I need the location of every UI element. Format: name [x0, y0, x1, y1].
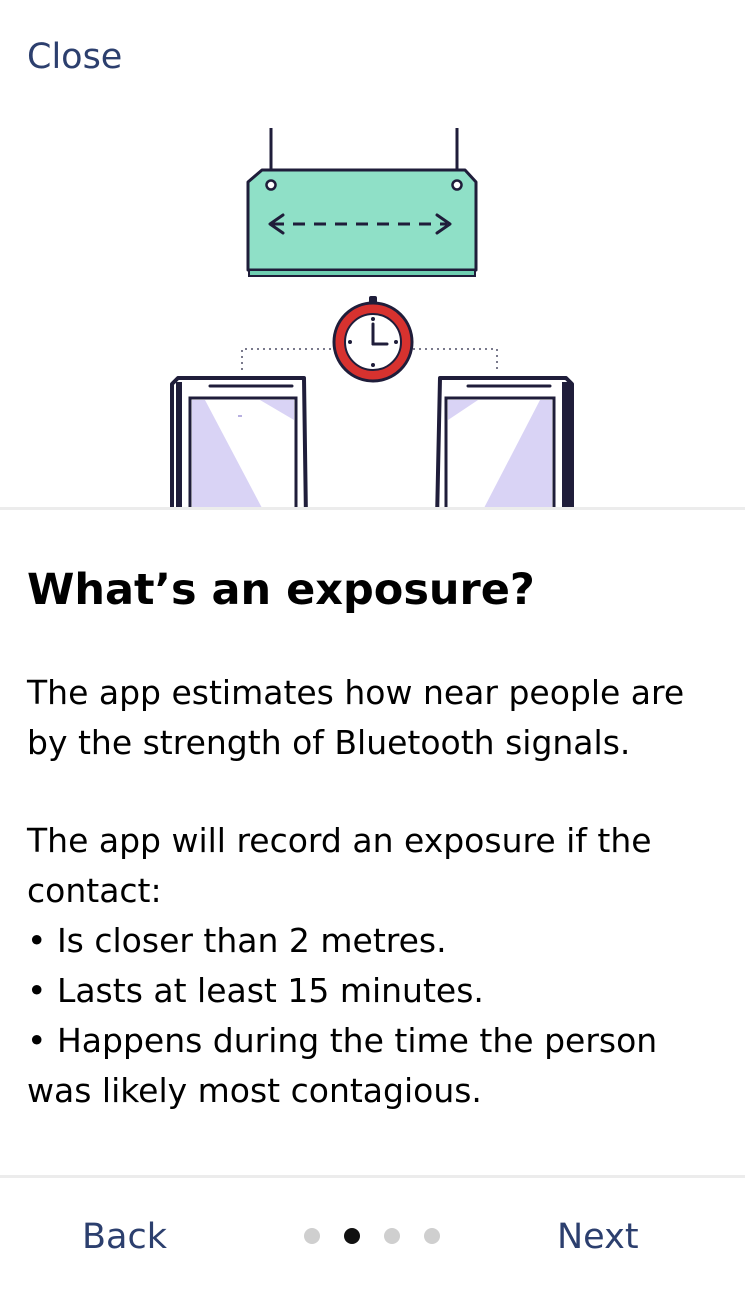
page-dot-1[interactable] [304, 1228, 320, 1244]
distance-sign-icon [246, 168, 478, 277]
clock-icon [332, 296, 414, 383]
paragraph-line: by the strength of Bluetooth signals. [27, 723, 631, 762]
bullet-item: • Happens during the time the person [27, 1021, 658, 1060]
bullet-item: • Is closer than 2 metres. [27, 921, 447, 960]
exposure-description: The app estimates how near people are by… [27, 668, 717, 1116]
next-button[interactable]: Next [557, 1215, 639, 1259]
paragraph-line: The app estimates how near people are [27, 673, 685, 712]
paragraph-line: contact: [27, 871, 162, 910]
left-phone-icon [170, 376, 308, 508]
bullet-item-continuation: was likely most contagious. [27, 1071, 482, 1110]
right-phone-icon [435, 376, 574, 508]
exposure-illustration [0, 120, 745, 508]
back-button[interactable]: Back [82, 1215, 167, 1259]
illustration-divider [0, 507, 745, 510]
page-dot-4[interactable] [424, 1228, 440, 1244]
footer-divider [0, 1175, 745, 1178]
bullet-item: • Lasts at least 15 minutes. [27, 971, 484, 1010]
page-dot-3[interactable] [384, 1228, 400, 1244]
page-indicator [304, 1228, 440, 1244]
page-dot-2-active[interactable] [344, 1228, 360, 1244]
page-title: What’s an exposure? [27, 565, 535, 615]
paragraph-line: The app will record an exposure if the [27, 821, 652, 860]
close-button[interactable]: Close [27, 36, 122, 78]
